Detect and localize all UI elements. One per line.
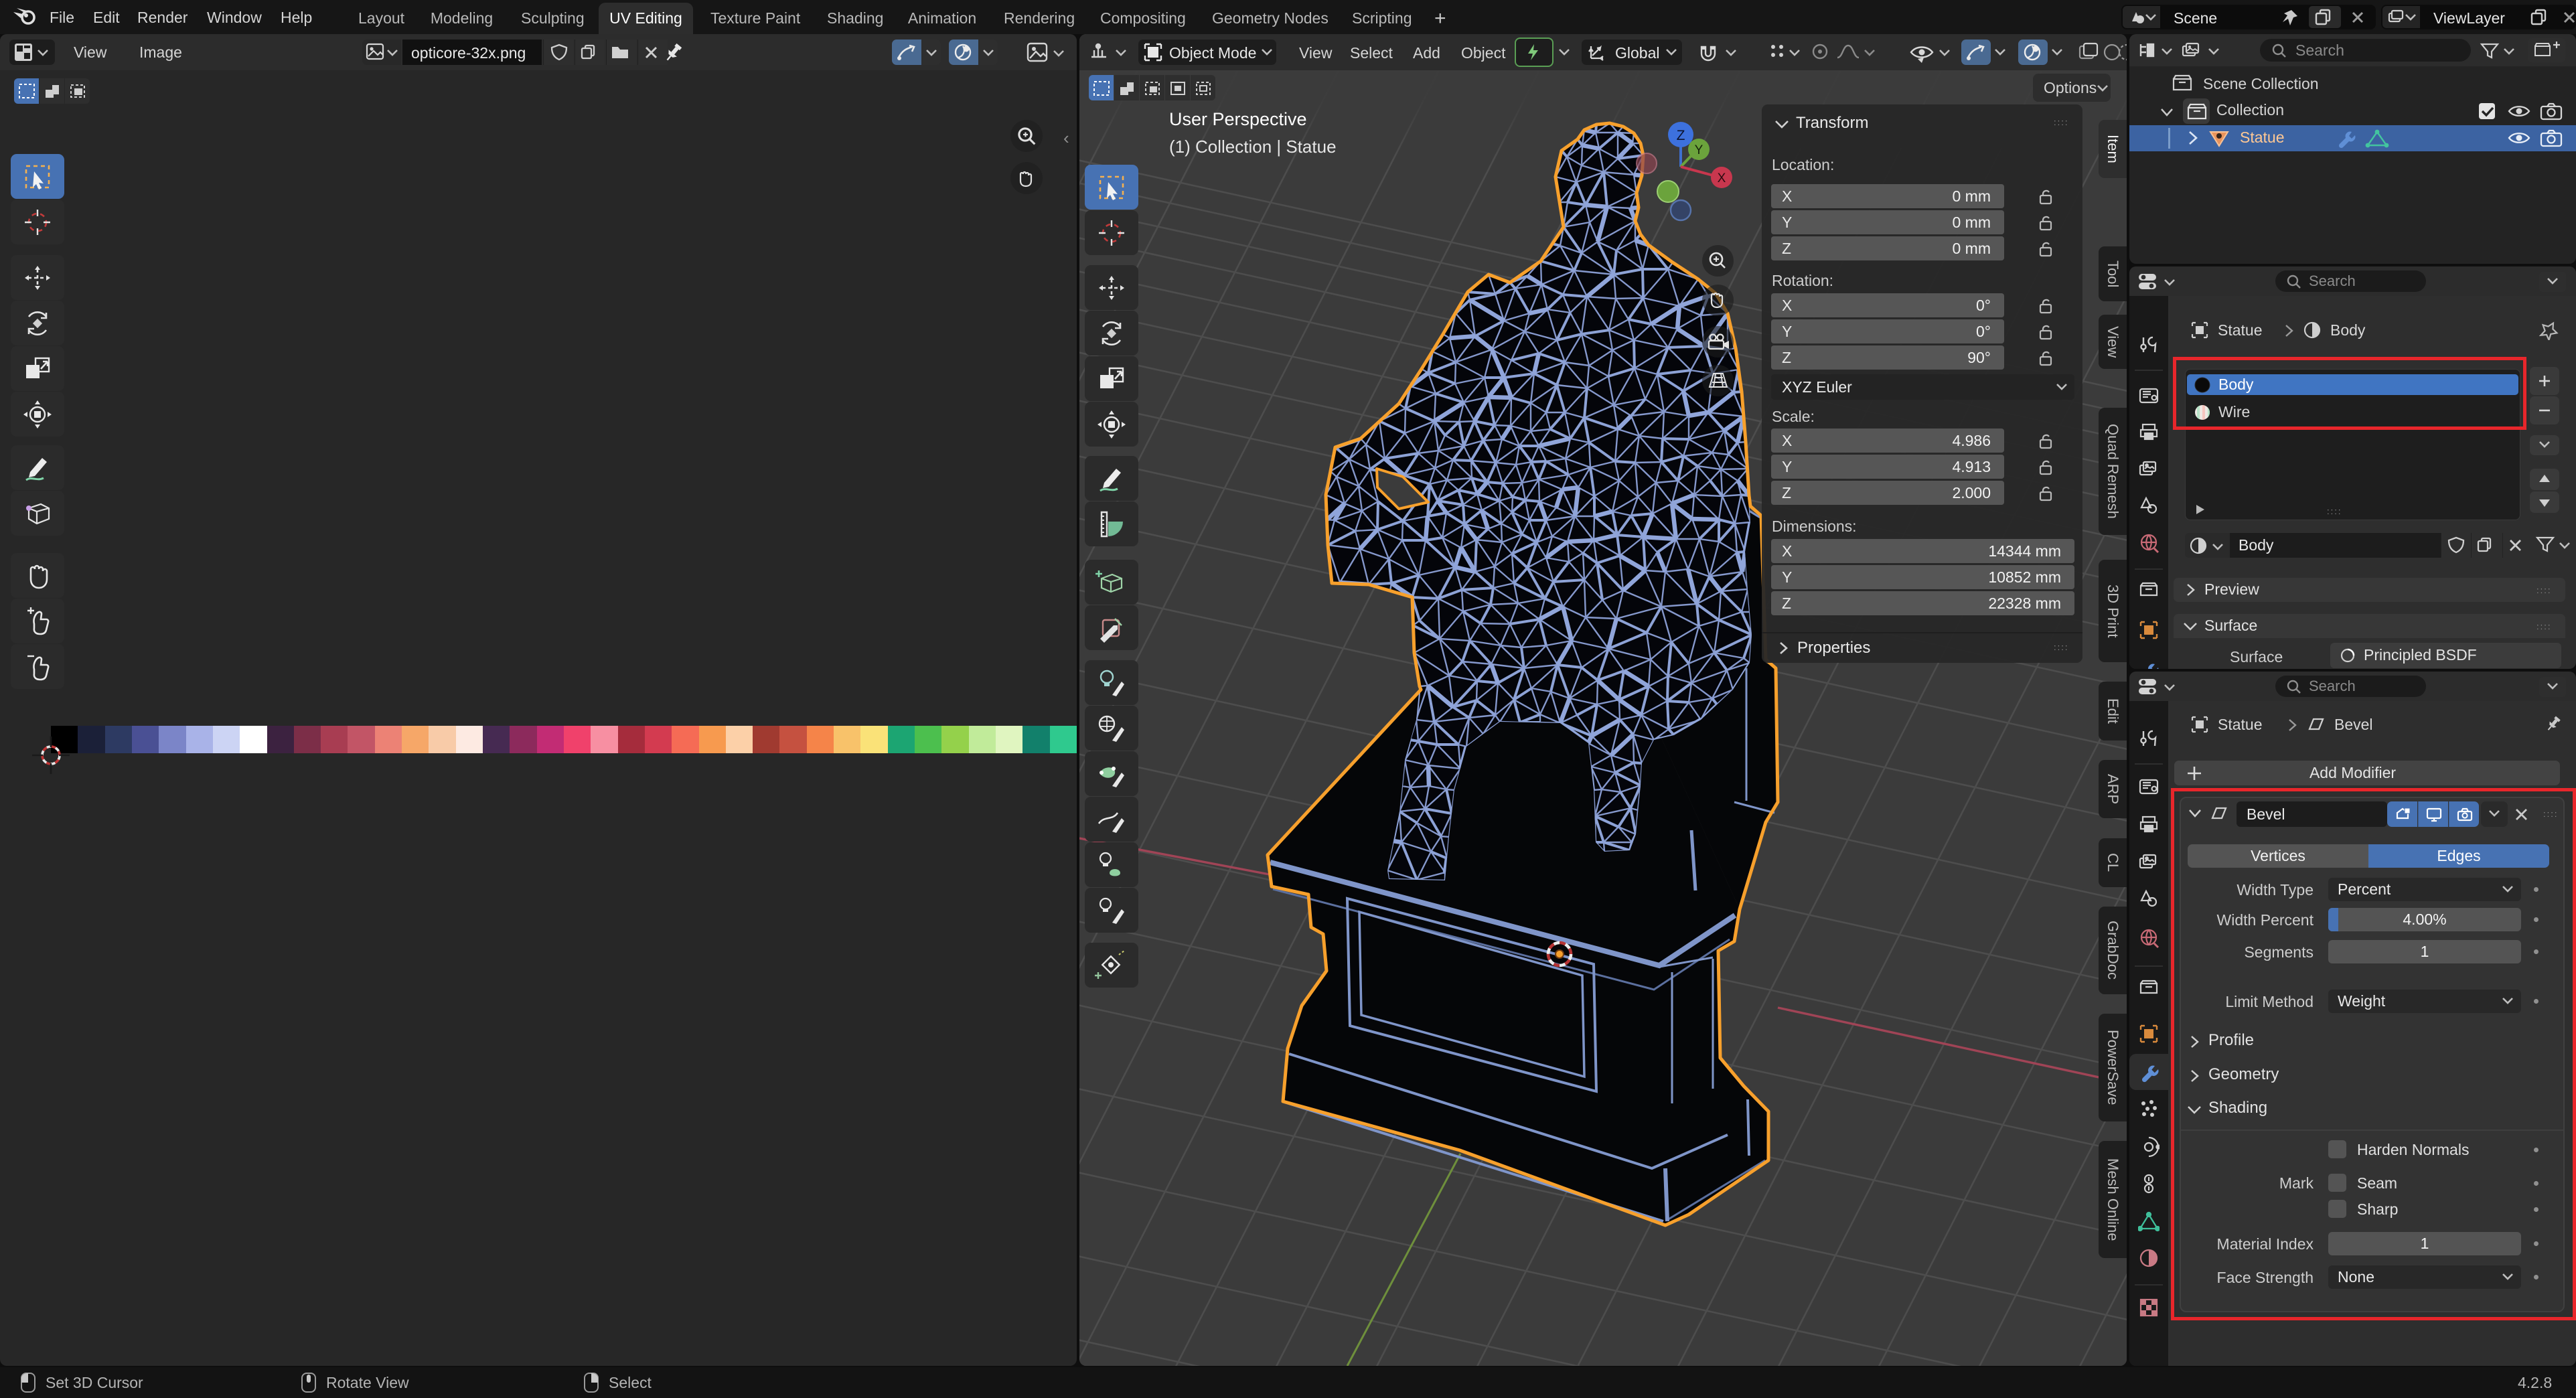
svg-text:Z: Z [1677, 128, 1685, 143]
svg-text:X: X [1718, 171, 1726, 185]
svg-text:Y: Y [1695, 143, 1703, 157]
